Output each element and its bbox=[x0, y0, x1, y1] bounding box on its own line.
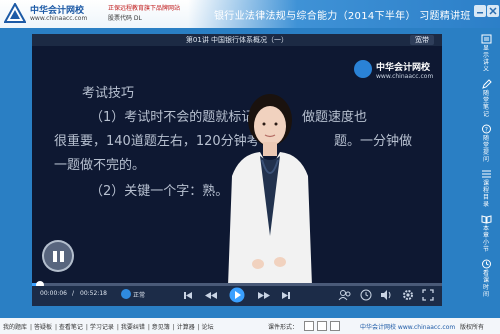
footer-link-report-error[interactable]: 我要纠错 bbox=[121, 324, 145, 331]
footer-nav: 我的题库 | 答疑板 | 查看笔记 | 学习记录 | 我要纠错 | 意见簿 | 计算器 | 论… bbox=[3, 324, 214, 331]
sidebar-label: 本章小节 bbox=[482, 225, 489, 253]
question-icon: ? bbox=[481, 124, 491, 134]
speed-label[interactable]: 正常 bbox=[133, 290, 145, 299]
settings-icon[interactable] bbox=[402, 289, 414, 301]
speed-icon[interactable] bbox=[121, 289, 131, 299]
copyright-text: 版权所有 bbox=[460, 324, 485, 331]
video-player[interactable]: 第01讲 中国银行体系概况（一） 宽带 中华会计网校 www.chinaacc.… bbox=[32, 34, 442, 286]
lecture-title: 第01讲 中国银行体系概况（一） bbox=[185, 36, 289, 44]
fullscreen-icon[interactable] bbox=[422, 289, 434, 301]
slide-line-2-tail: 题。一分钟做 bbox=[334, 134, 413, 149]
sidebar-label: 随堂提问 bbox=[482, 135, 489, 163]
time-separator: / bbox=[72, 290, 75, 297]
brand-slogan: 正保远程教育旗下品牌网站 bbox=[108, 5, 181, 12]
app-header: 中华会计网校 www.chinaacc.com 正保远程教育旗下品牌网站 股票代… bbox=[0, 0, 500, 28]
minimize-icon bbox=[477, 12, 483, 14]
footer-link-calculator[interactable]: 计算器 bbox=[177, 324, 195, 331]
pause-bar-left bbox=[53, 251, 57, 262]
footer-logo: 中华会计网校 www.chinaacc.com bbox=[360, 324, 456, 331]
right-sidebar: 显示讲义 随堂笔记 ? 随堂提问 课程目录 本章小节 看课时间 bbox=[472, 34, 500, 306]
footer-link-records[interactable]: 学习记录 bbox=[90, 324, 114, 331]
timer-icon bbox=[481, 259, 491, 269]
watermark-logo-icon bbox=[354, 60, 372, 78]
footer-link-forum[interactable]: 论坛 bbox=[202, 324, 214, 331]
course-form-label: 课件形式： bbox=[268, 324, 299, 331]
current-time: 00:00:06 bbox=[40, 290, 67, 297]
player-controls: 00:00:06 / 00:52:18 正常 bbox=[32, 286, 442, 306]
footer-link-feedback[interactable]: 意见簿 bbox=[152, 324, 170, 331]
sidebar-label: 显示讲义 bbox=[482, 45, 489, 73]
volume-icon[interactable] bbox=[380, 289, 392, 301]
pencil-icon bbox=[481, 79, 492, 89]
sidebar-item-catalog[interactable]: 课程目录 bbox=[472, 169, 500, 208]
watermark-name: 中华会计网校 bbox=[376, 63, 431, 73]
footer-bar: 我的题库 | 答疑板 | 查看笔记 | 学习记录 | 我要纠错 | 意见簿 | 计算器 | 论… bbox=[0, 318, 500, 334]
sidebar-item-handout[interactable]: 显示讲义 bbox=[472, 34, 500, 73]
sidebar-label: 课程目录 bbox=[482, 180, 489, 208]
slide-line-4: （2）关键一个字：熟。 bbox=[90, 184, 229, 199]
next-icon[interactable] bbox=[280, 289, 292, 301]
pause-bar-right bbox=[60, 251, 64, 262]
presenter-image bbox=[228, 94, 312, 286]
svg-text:?: ? bbox=[484, 127, 487, 134]
sidebar-label: 随堂笔记 bbox=[482, 90, 489, 118]
sidebar-item-question[interactable]: ? 随堂提问 bbox=[472, 124, 500, 163]
brand-logo-icon bbox=[4, 3, 26, 23]
handout-icon bbox=[481, 34, 491, 44]
course-title: 银行业法律法规与综合能力（2014下半年） 习题精讲班 bbox=[214, 11, 471, 22]
sidebar-item-chapter[interactable]: 本章小节 bbox=[472, 214, 500, 253]
play-icon[interactable] bbox=[229, 287, 245, 303]
book-icon bbox=[481, 215, 491, 224]
list-icon bbox=[481, 170, 491, 178]
form-option-video[interactable] bbox=[304, 321, 314, 331]
quality-button[interactable]: 宽带 bbox=[410, 35, 434, 45]
footer-link-notes[interactable]: 查看笔记 bbox=[59, 324, 83, 331]
sidebar-item-notes[interactable]: 随堂笔记 bbox=[472, 79, 500, 118]
users-icon[interactable] bbox=[338, 289, 352, 301]
sidebar-item-time[interactable]: 看课时间 bbox=[472, 259, 500, 298]
minimize-button[interactable] bbox=[474, 5, 486, 17]
slide-line-3: 一题做不完的。 bbox=[54, 158, 146, 173]
clock-icon[interactable] bbox=[360, 289, 372, 301]
total-time: 00:52:18 bbox=[80, 290, 107, 297]
footer-link-question-bank[interactable]: 我的题库 bbox=[3, 324, 27, 331]
footer-link-answer-board[interactable]: 答疑板 bbox=[34, 324, 52, 331]
video-topbar: 第01讲 中国银行体系概况（一） 宽带 bbox=[32, 34, 442, 46]
stock-code: 股票代码 DL bbox=[108, 15, 142, 22]
close-button[interactable] bbox=[487, 5, 499, 17]
video-watermark: 中华会计网校 www.chinaacc.com bbox=[354, 58, 442, 84]
close-icon bbox=[489, 7, 497, 15]
fast-forward-icon[interactable] bbox=[257, 289, 271, 301]
form-option-audio[interactable] bbox=[317, 321, 327, 331]
rewind-icon[interactable] bbox=[204, 289, 218, 301]
previous-icon[interactable] bbox=[182, 289, 194, 301]
sidebar-label: 看课时间 bbox=[482, 270, 489, 298]
pause-overlay-button[interactable] bbox=[42, 240, 74, 272]
watermark-url: www.chinaacc.com bbox=[376, 73, 434, 80]
slide-heading: 考试技巧 bbox=[82, 86, 135, 101]
brand-url: www.chinaacc.com bbox=[30, 15, 88, 22]
form-option-handout[interactable] bbox=[330, 321, 340, 331]
